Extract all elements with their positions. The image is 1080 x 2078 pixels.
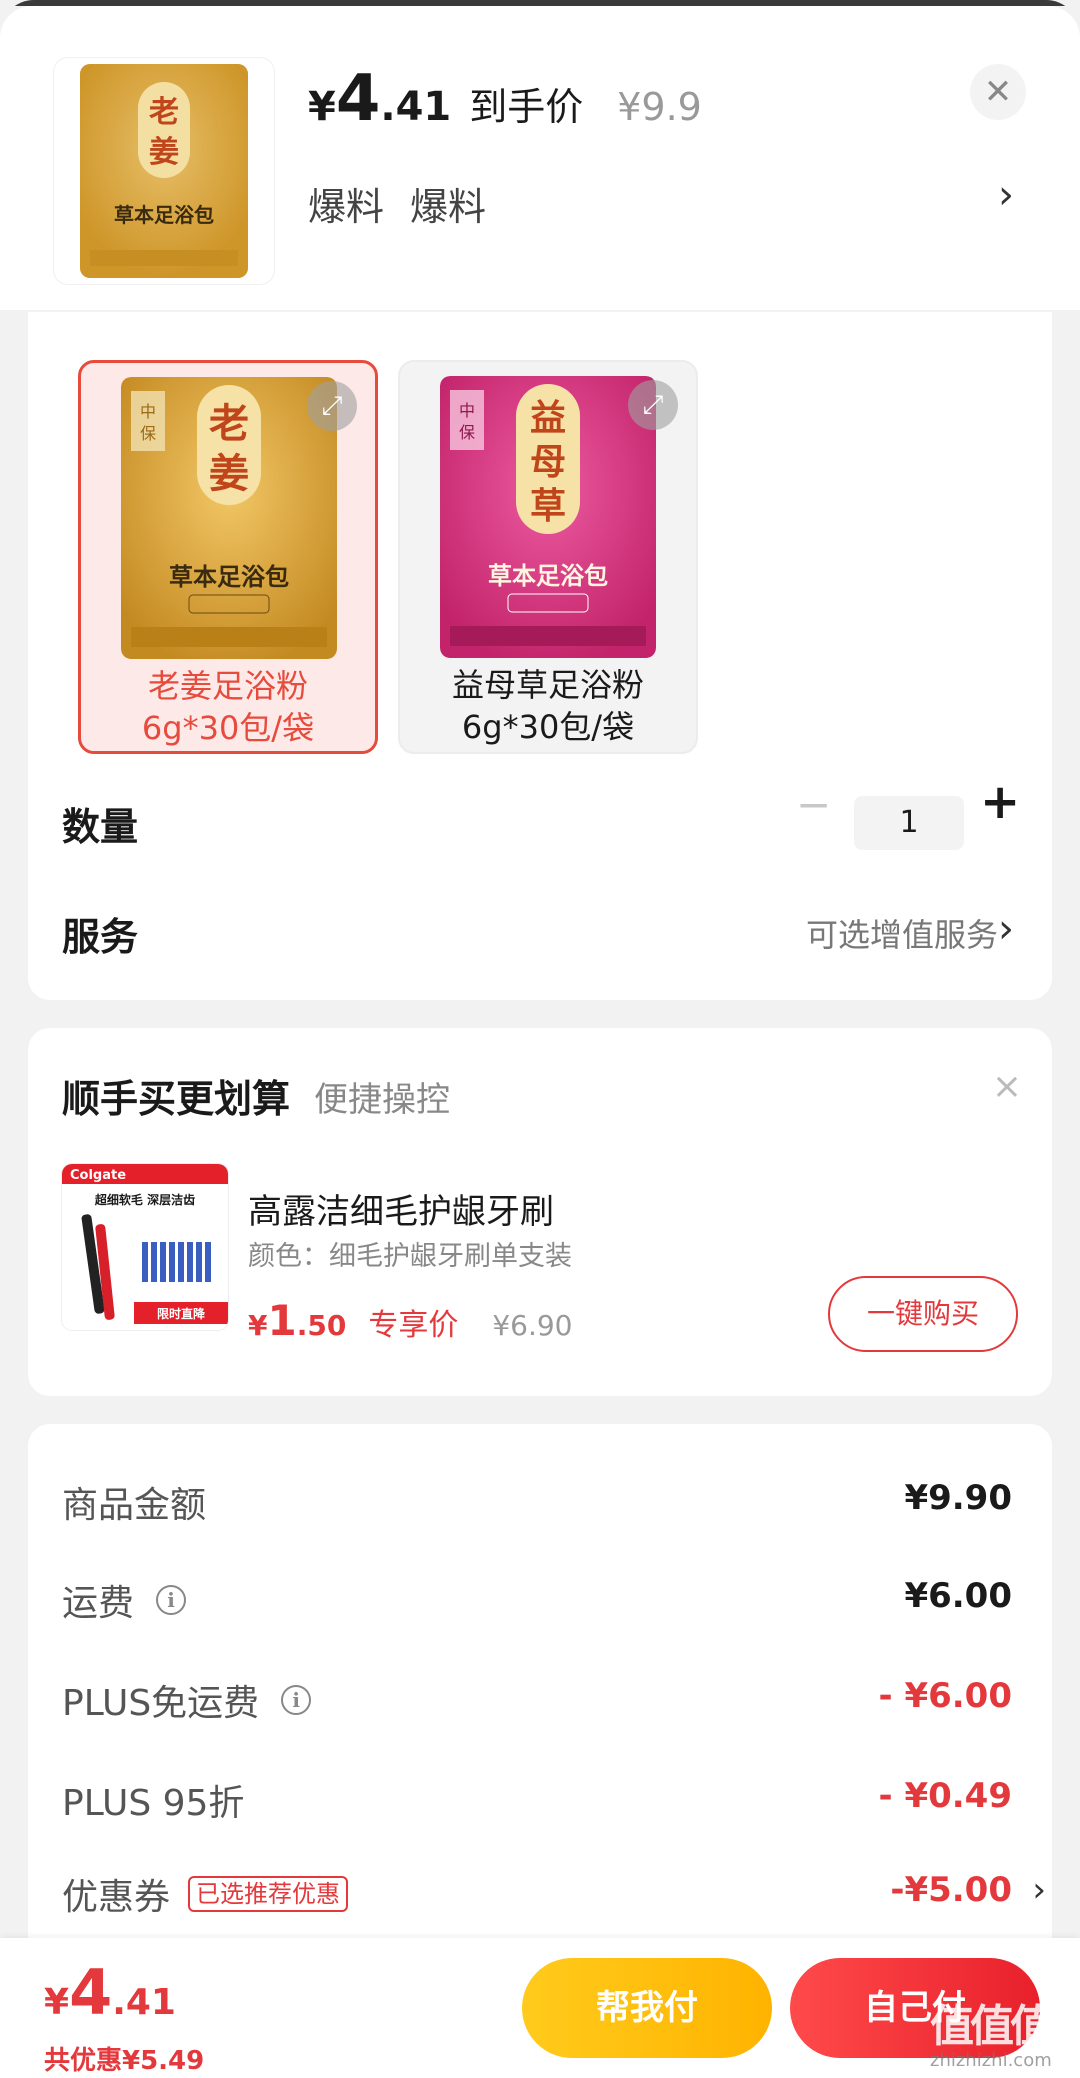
svg-text:保: 保 xyxy=(459,423,475,442)
service-option[interactable]: 可选增值服务 xyxy=(806,910,998,956)
variant-motherwort[interactable]: 中 保 益 母 草 草本足浴包 ⤢ 益母草足浴粉 6g*30包/袋 xyxy=(398,360,698,754)
fee-value: - ¥6.00 xyxy=(878,1676,1013,1716)
final-price-label: 到手价 xyxy=(469,85,584,129)
total-decimal: .41 xyxy=(112,1982,176,2023)
options-card: 中 保 老 姜 草本足浴包 ⤢ 老姜足浴粉 6g*30包/袋 中 保 益 母 草… xyxy=(28,312,1052,1000)
svg-text:老: 老 xyxy=(149,95,179,130)
svg-text:姜: 姜 xyxy=(209,450,249,497)
svg-text:草: 草 xyxy=(530,485,566,527)
toothbrush-product-image: Colgate 超细软毛 深层洁齿 限时直降 xyxy=(62,1164,228,1330)
fee-label: 运费 xyxy=(62,1583,135,1624)
tag-item[interactable]: 爆料 xyxy=(308,176,384,231)
expand-icon[interactable]: ⤢ xyxy=(628,380,678,430)
quantity-increase-button[interactable]: + xyxy=(980,774,1020,830)
addon-title: 顺手买更划算 xyxy=(62,1077,291,1121)
fee-label: 优惠券 xyxy=(62,1877,171,1918)
watermark: 值值值 xyxy=(930,2001,1054,2052)
svg-text:益: 益 xyxy=(530,397,566,439)
addon-card: 顺手买更划算 便捷操控 × Colgate 超细软毛 深层洁齿 限时直降 高露洁… xyxy=(28,1028,1052,1396)
fee-row-plus-discount: PLUS 95折 - ¥0.49 xyxy=(62,1774,1012,1834)
total-price: ¥ 4 .41 xyxy=(44,1956,176,2029)
svg-text:中: 中 xyxy=(459,401,475,420)
variant-ginger[interactable]: 中 保 老 姜 草本足浴包 ⤢ 老姜足浴粉 6g*30包/袋 xyxy=(78,360,378,754)
svg-text:草本足浴包: 草本足浴包 xyxy=(488,562,608,590)
price-currency: ¥ xyxy=(308,84,336,130)
ginger-package-image: 中 保 老 姜 草本足浴包 xyxy=(121,377,337,659)
variant-spec: 6g*30包/袋 xyxy=(461,708,635,746)
coupon-tag: 已选推荐优惠 xyxy=(188,1876,349,1912)
fee-row-goods: 商品金额 ¥9.90 xyxy=(62,1476,1012,1536)
motherwort-package-image: 中 保 益 母 草 草本足浴包 xyxy=(440,376,656,658)
fee-value: ¥9.90 xyxy=(904,1478,1012,1518)
price-row: ¥ 4 .41 到手价 ¥9.9 xyxy=(308,62,702,142)
addon-original-price: ¥6.90 xyxy=(492,1309,573,1342)
variant-spec: 6g*30包/袋 xyxy=(141,709,315,747)
chevron-right-icon[interactable]: › xyxy=(998,172,1014,218)
help-pay-button[interactable]: 帮我付 xyxy=(522,1958,772,2058)
image-badge-text: 限时直降 xyxy=(157,1306,206,1321)
bottom-sheet: 老 姜 草本足浴包 ¥ 4 .41 到手价 ¥9.9 爆料 爆料 ✕ › 中 保… xyxy=(0,0,1080,2078)
fee-value: ¥6.00 xyxy=(904,1576,1012,1616)
addon-price: ¥ 1 .50 专享价 ¥6.90 xyxy=(248,1296,573,1345)
fee-label: 商品金额 xyxy=(62,1485,207,1526)
one-click-buy-button[interactable]: 一键购买 xyxy=(828,1276,1018,1352)
fee-summary-card: 商品金额 ¥9.90 运费 i ¥6.00 PLUS免运费 i - ¥6.00 PL… xyxy=(28,1424,1052,1984)
close-icon[interactable]: × xyxy=(992,1066,1022,1107)
variant-name: 老姜足浴粉 xyxy=(147,667,308,705)
original-price: ¥9.9 xyxy=(617,85,702,129)
close-icon[interactable]: ✕ xyxy=(970,64,1026,120)
toothbrush-image[interactable]: Colgate 超细软毛 深层洁齿 限时直降 xyxy=(62,1164,228,1330)
variant-name: 益母草足浴粉 xyxy=(451,666,644,704)
svg-text:中: 中 xyxy=(140,402,156,421)
fee-value: - ¥0.49 xyxy=(878,1776,1013,1816)
price-decimal: .41 xyxy=(380,84,452,130)
quantity-input[interactable]: 1 xyxy=(854,796,964,850)
tag-list: 爆料 爆料 xyxy=(308,176,486,231)
product-thumbnail: 老 姜 草本足浴包 xyxy=(54,58,274,284)
addon-price-currency: ¥ xyxy=(248,1309,268,1342)
svg-text:草本足浴包: 草本足浴包 xyxy=(114,203,214,227)
fee-label: PLUS 95折 xyxy=(62,1783,245,1824)
fee-label: PLUS免运费 xyxy=(62,1683,260,1724)
addon-price-integer: 1 xyxy=(267,1296,297,1345)
fee-row-shipping: 运费 i ¥6.00 xyxy=(62,1574,1012,1634)
fee-value: -¥5.00 xyxy=(890,1870,1012,1910)
svg-text:草本足浴包: 草本足浴包 xyxy=(169,563,289,591)
chevron-right-icon[interactable]: › xyxy=(998,906,1014,952)
svg-text:姜: 姜 xyxy=(149,135,179,170)
price-integer: 4 xyxy=(335,62,381,136)
svg-text:老: 老 xyxy=(209,400,249,447)
tag-item[interactable]: 爆料 xyxy=(410,176,486,231)
addon-product-name[interactable]: 高露洁细毛护龈牙刷 xyxy=(248,1184,554,1233)
total-savings: 共优惠¥5.49 xyxy=(44,2046,205,2076)
svg-text:保: 保 xyxy=(140,424,156,443)
quantity-decrease-button[interactable]: − xyxy=(796,780,831,829)
total-integer: 4 xyxy=(69,1956,113,2029)
image-slogan-text: 超细软毛 深层洁齿 xyxy=(94,1192,195,1207)
expand-icon[interactable]: ⤢ xyxy=(307,381,357,431)
watermark-url: zhizhizhi.com xyxy=(930,2050,1052,2071)
addon-product-spec: 颜色：细毛护龈牙刷单支装 xyxy=(248,1241,572,1272)
addon-price-decimal: .50 xyxy=(296,1309,347,1342)
info-icon[interactable]: i xyxy=(156,1585,187,1615)
addon-subtitle: 便捷操控 xyxy=(314,1080,450,1120)
sheet-header: 老 姜 草本足浴包 ¥ 4 .41 到手价 ¥9.9 爆料 爆料 ✕ › xyxy=(0,6,1080,310)
exclusive-price-label: 专享价 xyxy=(368,1308,459,1343)
image-brand-text: Colgate xyxy=(70,1168,126,1183)
info-icon[interactable]: i xyxy=(281,1685,312,1715)
checkout-bar: ¥ 4 .41 共优惠¥5.49 帮我付 自己付 xyxy=(0,1938,1080,2078)
fee-row-plus-free-shipping: PLUS免运费 i - ¥6.00 xyxy=(62,1674,1012,1734)
svg-text:母: 母 xyxy=(530,441,566,483)
fee-row-coupon[interactable]: 优惠券 已选推荐优惠 -¥5.00 › xyxy=(62,1868,1046,1928)
service-label: 服务 xyxy=(62,915,139,959)
quantity-label: 数量 xyxy=(62,805,139,849)
total-currency: ¥ xyxy=(44,1982,70,2023)
chevron-right-icon[interactable]: › xyxy=(1032,1870,1046,1910)
ginger-package-thumb-image: 老 姜 草本足浴包 xyxy=(80,64,248,278)
